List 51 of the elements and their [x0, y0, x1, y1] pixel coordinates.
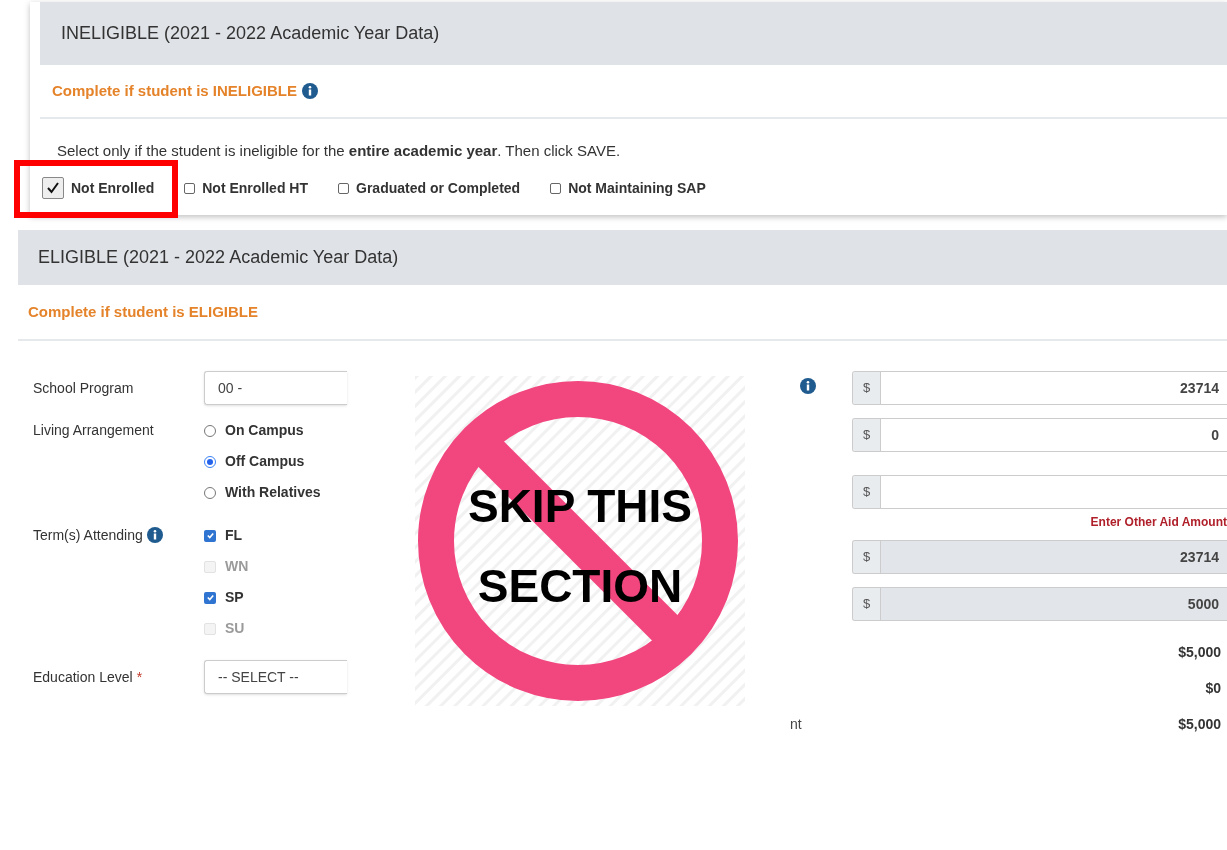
required-marker: *	[136, 667, 143, 687]
checkbox-label: FL	[225, 526, 243, 545]
checkbox-label: SU	[225, 619, 245, 638]
radio-label: With Relatives	[225, 483, 321, 502]
field-label: nt	[790, 715, 802, 732]
checkbox-label: Not Maintaining SAP	[568, 178, 706, 198]
amount-value: 0	[1211, 425, 1219, 445]
field-label: School Program	[33, 378, 134, 398]
error-message: Enter Other Aid Amount	[1090, 514, 1227, 531]
section-title: INELIGIBLE (2021 - 2022 Academic Year Data)	[61, 22, 440, 45]
section-title: ELIGIBLE (2021 - 2022 Academic Year Data)	[38, 246, 399, 269]
currency-field[interactable]: $ 5000	[852, 587, 1227, 621]
checkbox[interactable]	[204, 529, 216, 542]
field-label: Education Level	[33, 667, 133, 687]
currency-field[interactable]: $	[852, 475, 1227, 509]
checkbox[interactable]	[204, 591, 216, 604]
field-label: Term(s) Attending	[33, 525, 143, 545]
amount-value: 23714	[1180, 378, 1219, 398]
currency-prefix: $	[853, 372, 881, 404]
radio-label: On Campus	[225, 421, 304, 440]
checkmark-icon	[205, 593, 215, 602]
total-amount: $0	[1205, 678, 1221, 698]
checkmark-icon	[205, 531, 215, 540]
select-field[interactable]: 00 -	[204, 371, 347, 405]
radio-label: Off Campus	[225, 452, 305, 471]
select-field[interactable]: -- SELECT --	[204, 660, 347, 694]
currency-field[interactable]: $ 23714	[852, 540, 1227, 574]
checkbox-label: Not Enrolled	[71, 178, 155, 198]
checkbox[interactable]	[42, 177, 64, 199]
amount-value: 23714	[1180, 547, 1219, 567]
field-label: Living Arrangement	[33, 420, 154, 440]
section-subtitle: Complete if student is INELIGIBLE	[52, 80, 298, 101]
instruction-text: Select only if the student is ineligible for the entire academic year. Then click SAVE.	[57, 142, 621, 159]
checkmark-icon	[45, 180, 61, 196]
checkbox-label: WN	[225, 557, 249, 576]
currency-prefix: $	[853, 588, 881, 620]
currency-prefix: $	[853, 419, 881, 451]
total-amount: $5,000	[1178, 714, 1221, 734]
currency-field[interactable]: $ 0	[852, 418, 1227, 452]
checkbox-label: SP	[225, 588, 244, 607]
currency-prefix: $	[853, 541, 881, 573]
checkbox[interactable]	[338, 182, 349, 194]
currency-prefix: $	[853, 476, 881, 508]
checkbox-label: Graduated or Completed	[356, 178, 521, 198]
currency-field[interactable]: $ 23714	[852, 371, 1227, 405]
checkbox-label: Not Enrolled HT	[202, 178, 308, 198]
section-subtitle: Complete if student is ELIGIBLE	[28, 301, 259, 322]
checkbox[interactable]	[184, 182, 196, 194]
amount-value: 5000	[1187, 594, 1219, 614]
checkbox[interactable]	[550, 182, 562, 194]
total-amount: $5,000	[1178, 642, 1221, 662]
